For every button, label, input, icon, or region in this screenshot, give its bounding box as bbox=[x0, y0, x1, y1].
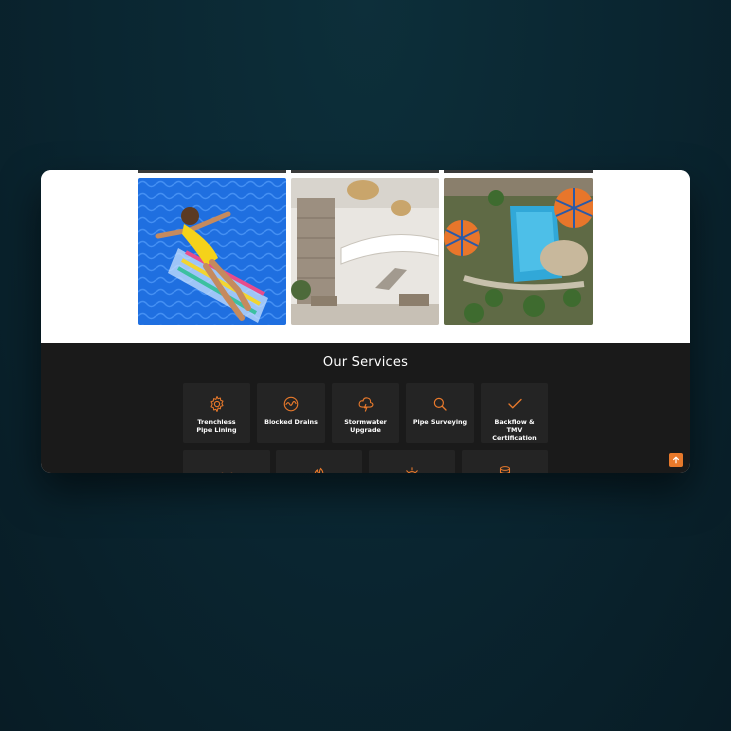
browser-window: Our Services Trenchless Pipe Lining Bloc… bbox=[41, 170, 690, 473]
waves-icon bbox=[221, 472, 232, 473]
arrow-up-icon bbox=[673, 456, 679, 464]
service-card-row2-1[interactable] bbox=[183, 450, 270, 473]
services-section: Our Services Trenchless Pipe Lining Bloc… bbox=[41, 343, 690, 473]
storm-cloud-icon bbox=[358, 397, 373, 412]
service-card-stormwater[interactable]: Stormwater Upgrade bbox=[332, 383, 399, 443]
interior-photo bbox=[291, 178, 439, 325]
gallery-photo-pool[interactable] bbox=[138, 178, 286, 325]
service-card-trenchless[interactable]: Trenchless Pipe Lining bbox=[183, 383, 250, 443]
sun-icon bbox=[406, 467, 418, 473]
service-label: Trenchless Pipe Lining bbox=[196, 418, 237, 434]
pool-photo bbox=[138, 178, 286, 325]
scroll-to-top-button[interactable] bbox=[669, 453, 683, 467]
gallery-section bbox=[41, 170, 690, 343]
tank-icon bbox=[499, 466, 511, 473]
service-card-row2-2[interactable] bbox=[276, 450, 362, 473]
gallery-photo-waterpark[interactable] bbox=[444, 178, 593, 325]
magnifier-icon bbox=[433, 397, 447, 411]
gallery-row-edge bbox=[138, 170, 286, 173]
service-card-blocked-drains[interactable]: Blocked Drains bbox=[257, 383, 325, 443]
gallery-row-edge bbox=[291, 170, 439, 173]
service-card-backflow[interactable]: Backflow & TMV Certification bbox=[481, 383, 548, 443]
flame-icon bbox=[314, 467, 324, 473]
service-label: Backflow & TMV Certification bbox=[492, 418, 537, 442]
gallery-photo-interior[interactable] bbox=[291, 178, 439, 325]
services-title: Our Services bbox=[322, 355, 409, 370]
service-label: Pipe Surveying bbox=[412, 418, 468, 426]
gallery-row-edge bbox=[444, 170, 593, 173]
service-label: Stormwater Upgrade bbox=[344, 418, 387, 434]
service-card-row2-3[interactable] bbox=[369, 450, 455, 473]
checkmark-icon bbox=[507, 398, 522, 409]
wave-circle-icon bbox=[283, 396, 299, 412]
waterpark-photo bbox=[444, 178, 593, 325]
service-label: Blocked Drains bbox=[264, 418, 318, 426]
service-card-pipe-surveying[interactable]: Pipe Surveying bbox=[406, 383, 474, 443]
gear-icon bbox=[209, 395, 224, 413]
service-card-row2-4[interactable] bbox=[462, 450, 548, 473]
